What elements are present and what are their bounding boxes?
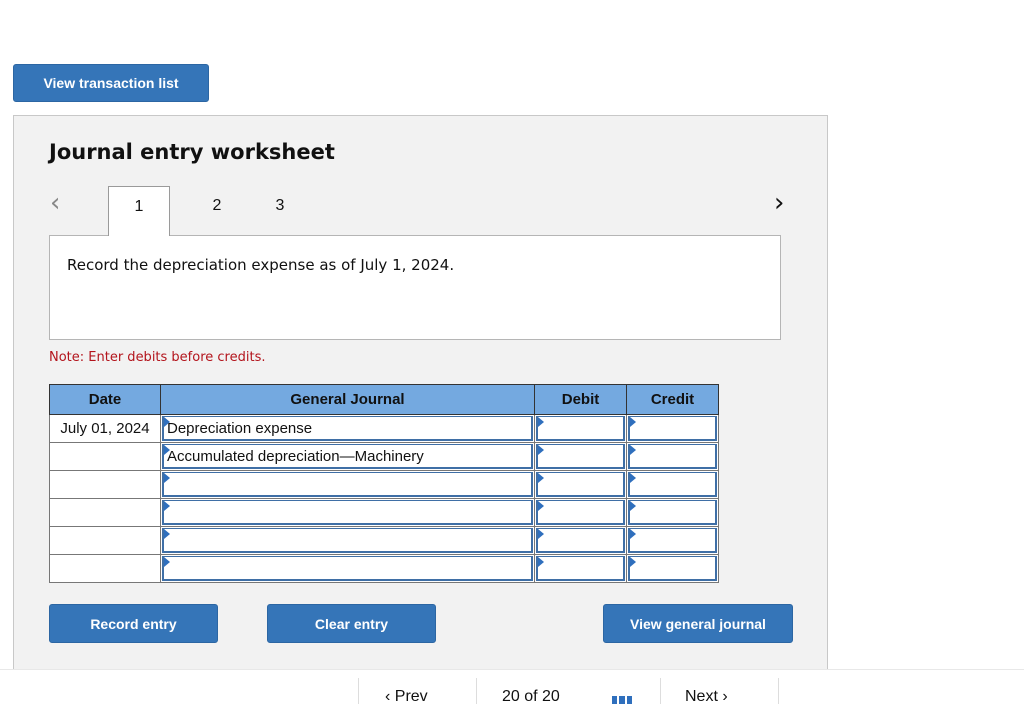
debit-header: Debit [534, 384, 627, 415]
credit-field[interactable] [628, 528, 717, 553]
next-arrow-icon[interactable]: › [774, 190, 784, 216]
debit-field[interactable] [536, 416, 625, 441]
account-field[interactable] [162, 556, 533, 581]
credit-field[interactable] [628, 416, 717, 441]
date-cell [49, 442, 161, 471]
account-field[interactable] [162, 472, 533, 497]
footer-next-button[interactable]: Next › [685, 688, 728, 706]
debit-field[interactable] [536, 444, 625, 469]
footer-prev-button[interactable]: ‹ Prev [385, 688, 428, 706]
date-header: Date [49, 384, 161, 415]
credit-field[interactable] [628, 556, 717, 581]
footer-nav-bar: ‹ Prev 20 of 20 Next › [0, 669, 1024, 705]
footer-divider [660, 678, 661, 704]
table-row [49, 554, 719, 583]
journal-entry-worksheet-panel: Journal entry worksheet ‹ › 1 2 3 Record… [13, 115, 828, 675]
credit-field[interactable] [628, 444, 717, 469]
footer-divider [476, 678, 477, 704]
account-field[interactable] [162, 500, 533, 525]
credit-header: Credit [626, 384, 719, 415]
tab-3[interactable]: 3 [249, 186, 311, 236]
date-cell [49, 470, 161, 499]
general-journal-header: General Journal [160, 384, 535, 415]
tab-2[interactable]: 2 [186, 186, 248, 236]
journal-table: Date General Journal Debit Credit July 0… [49, 384, 719, 583]
footer-divider [778, 678, 779, 704]
record-entry-button[interactable]: Record entry [49, 604, 218, 643]
date-cell: July 01, 2024 [49, 414, 161, 443]
credit-field[interactable] [628, 500, 717, 525]
view-general-journal-button[interactable]: View general journal [603, 604, 793, 643]
table-row [49, 526, 719, 555]
table-row: July 01, 2024 Depreciation expense [49, 414, 719, 443]
question-text: Record the depreciation expense as of Ju… [67, 256, 455, 274]
debit-field[interactable] [536, 472, 625, 497]
date-cell [49, 554, 161, 583]
date-cell [49, 526, 161, 555]
account-field[interactable]: Depreciation expense [162, 416, 533, 441]
note-text: Note: Enter debits before credits. [49, 350, 266, 365]
tab-1[interactable]: 1 [108, 186, 170, 236]
question-box: Record the depreciation expense as of Ju… [49, 235, 781, 340]
account-field[interactable] [162, 528, 533, 553]
table-row [49, 498, 719, 527]
worksheet-title: Journal entry worksheet [49, 140, 335, 164]
journal-header-row: Date General Journal Debit Credit [49, 384, 719, 415]
clear-entry-button[interactable]: Clear entry [267, 604, 436, 643]
date-cell [49, 498, 161, 527]
footer-divider [358, 678, 359, 704]
grid-icon[interactable] [612, 696, 632, 704]
view-transaction-list-button[interactable]: View transaction list [13, 64, 209, 102]
table-row: Accumulated depreciation—Machinery [49, 442, 719, 471]
debit-field[interactable] [536, 500, 625, 525]
account-field[interactable]: Accumulated depreciation—Machinery [162, 444, 533, 469]
debit-field[interactable] [536, 528, 625, 553]
credit-field[interactable] [628, 472, 717, 497]
prev-arrow-icon[interactable]: ‹ [50, 190, 60, 216]
table-row [49, 470, 719, 499]
debit-field[interactable] [536, 556, 625, 581]
footer-page-indicator[interactable]: 20 of 20 [502, 688, 560, 706]
